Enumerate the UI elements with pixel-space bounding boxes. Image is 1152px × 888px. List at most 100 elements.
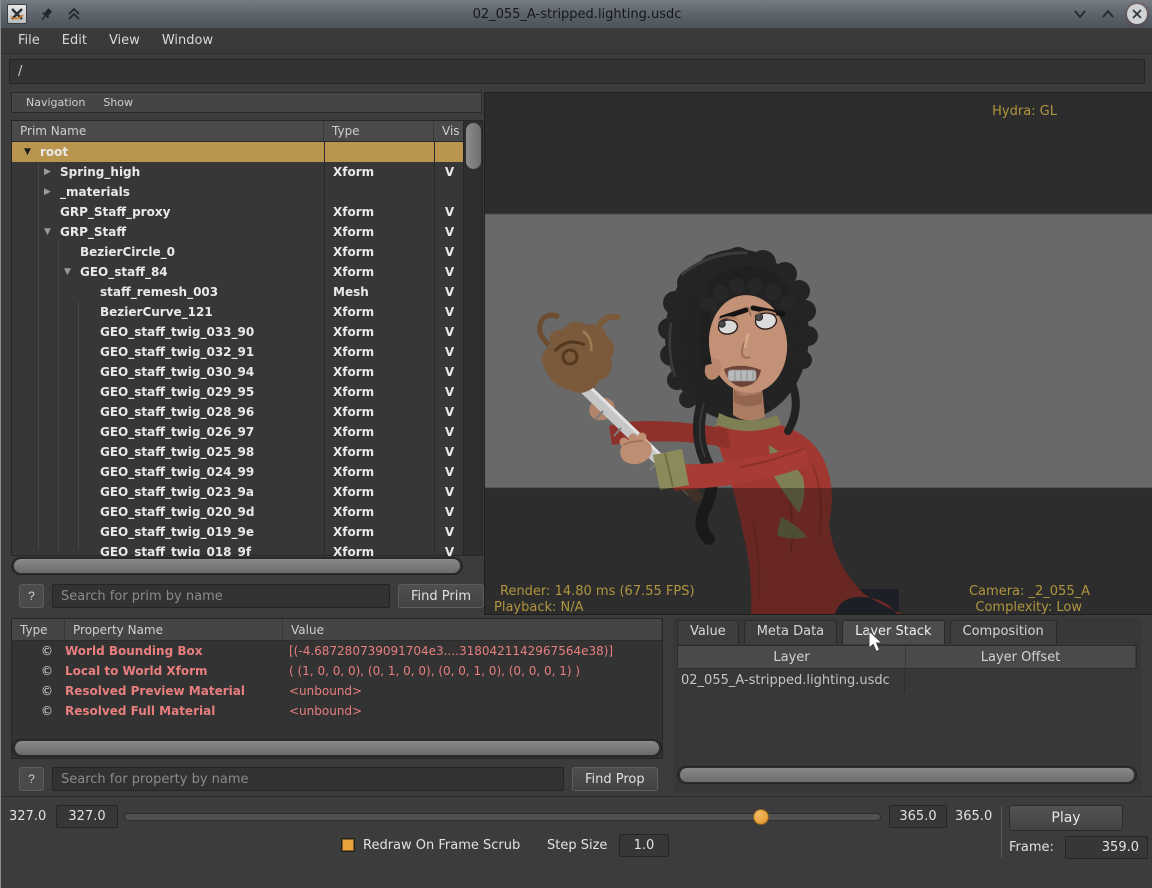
col-prop-name[interactable]: Property Name bbox=[65, 619, 283, 640]
col-type[interactable]: Type bbox=[324, 121, 434, 141]
tree-row[interactable]: GEO_staff_twig_029_95 Xform V bbox=[12, 382, 482, 402]
prim-visibility[interactable]: V bbox=[434, 282, 464, 302]
inspector-tab[interactable]: Composition bbox=[950, 620, 1057, 644]
property-row[interactable]: © World Bounding Box [(-4.68728073909170… bbox=[12, 641, 662, 661]
find-prim-button[interactable]: Find Prim bbox=[398, 584, 484, 608]
expand-caret-icon[interactable]: ▶ bbox=[44, 187, 56, 197]
range-start-field[interactable] bbox=[56, 805, 118, 828]
tree-row[interactable]: GEO_staff_twig_026_97 Xform V bbox=[12, 422, 482, 442]
prim-visibility[interactable]: V bbox=[434, 382, 464, 402]
shade-icon[interactable] bbox=[65, 5, 83, 23]
scrollbar-thumb[interactable] bbox=[15, 741, 659, 755]
titlebar[interactable]: 02_055_A-stripped.lighting.usdc bbox=[1, 0, 1152, 28]
property-horizontal-scrollbar[interactable] bbox=[12, 739, 662, 757]
tree-row[interactable]: ▼ GRP_Staff Xform V bbox=[12, 222, 482, 242]
tree-row[interactable]: GEO_staff_twig_033_90 Xform V bbox=[12, 322, 482, 342]
minimize-icon[interactable] bbox=[1071, 5, 1089, 23]
scrollbar-thumb[interactable] bbox=[466, 123, 481, 169]
range-end-field[interactable] bbox=[889, 805, 947, 828]
scrollbar-thumb[interactable] bbox=[14, 559, 460, 573]
tree-row[interactable]: BezierCircle_0 Xform V bbox=[12, 242, 482, 262]
frame-slider[interactable] bbox=[124, 813, 881, 821]
prim-visibility[interactable]: V bbox=[434, 302, 464, 322]
prop-search-input[interactable] bbox=[52, 767, 564, 791]
property-row[interactable]: © Resolved Full Material <unbound> bbox=[12, 701, 662, 721]
menu-navigation[interactable]: Navigation bbox=[18, 94, 93, 111]
maximize-icon[interactable] bbox=[1099, 5, 1117, 23]
step-size-field[interactable] bbox=[619, 834, 669, 857]
col-layer-offset[interactable]: Layer Offset bbox=[906, 646, 1136, 668]
expand-caret-icon[interactable]: ▼ bbox=[24, 147, 36, 157]
tree-row[interactable]: GEO_staff_twig_018_9f Xform V bbox=[12, 542, 482, 556]
prim-visibility[interactable]: V bbox=[434, 442, 464, 462]
prim-search-input[interactable] bbox=[52, 584, 390, 608]
col-prop-value[interactable]: Value bbox=[283, 619, 662, 640]
prim-visibility[interactable]: V bbox=[434, 482, 464, 502]
prim-visibility[interactable]: V bbox=[434, 462, 464, 482]
app-icon[interactable] bbox=[7, 4, 27, 24]
menu-edit[interactable]: Edit bbox=[53, 30, 96, 51]
layer-row[interactable]: 02_055_A-stripped.lighting.usdc bbox=[677, 669, 1137, 693]
prim-visibility[interactable]: V bbox=[434, 342, 464, 362]
col-vis[interactable]: Vis bbox=[434, 121, 464, 141]
tree-row[interactable]: GEO_staff_twig_028_96 Xform V bbox=[12, 402, 482, 422]
property-row[interactable]: © Resolved Preview Material <unbound> bbox=[12, 681, 662, 701]
close-icon[interactable] bbox=[1127, 4, 1147, 24]
tree-row[interactable]: GEO_staff_twig_019_9e Xform V bbox=[12, 522, 482, 542]
tree-row[interactable]: GEO_staff_twig_025_98 Xform V bbox=[12, 442, 482, 462]
expand-caret-icon[interactable]: ▼ bbox=[44, 227, 56, 237]
tree-row[interactable]: GEO_staff_twig_024_99 Xform V bbox=[12, 462, 482, 482]
inspector-tab[interactable]: Value bbox=[677, 620, 739, 644]
prim-visibility[interactable]: V bbox=[434, 502, 464, 522]
prim-visibility[interactable]: V bbox=[434, 242, 464, 262]
tree-row[interactable]: BezierCurve_121 Xform V bbox=[12, 302, 482, 322]
prim-visibility[interactable]: V bbox=[434, 362, 464, 382]
tree-row[interactable]: ▼ GEO_staff_84 Xform V bbox=[12, 262, 482, 282]
prim-visibility[interactable] bbox=[434, 182, 464, 202]
inspector-tab[interactable]: Layer Stack bbox=[842, 620, 944, 644]
prim-visibility[interactable]: V bbox=[434, 522, 464, 542]
prim-visibility[interactable]: V bbox=[434, 542, 464, 556]
tree-row[interactable]: GRP_Staff_proxy Xform V bbox=[12, 202, 482, 222]
expand-caret-icon[interactable]: ▼ bbox=[64, 267, 76, 277]
tree-row[interactable]: ▶ _materials bbox=[12, 182, 482, 202]
play-button[interactable]: Play bbox=[1009, 805, 1123, 831]
tree-vertical-scrollbar[interactable] bbox=[463, 121, 482, 555]
prim-visibility[interactable]: V bbox=[434, 222, 464, 242]
col-prop-type[interactable]: Type bbox=[12, 619, 65, 640]
col-prim-name[interactable]: Prim Name bbox=[12, 121, 324, 141]
inspector-tab[interactable]: Meta Data bbox=[744, 620, 837, 644]
tree-row[interactable]: GEO_staff_twig_032_91 Xform V bbox=[12, 342, 482, 362]
prim-visibility[interactable] bbox=[434, 142, 464, 162]
prim-search-help-button[interactable]: ? bbox=[19, 584, 44, 608]
tree-row[interactable]: ▼ root bbox=[12, 142, 482, 162]
tree-row[interactable]: ▶ Spring_high Xform V bbox=[12, 162, 482, 182]
tree-row[interactable]: GEO_staff_twig_030_94 Xform V bbox=[12, 362, 482, 382]
menu-window[interactable]: Window bbox=[153, 30, 222, 51]
find-prop-button[interactable]: Find Prop bbox=[572, 767, 658, 791]
menu-view[interactable]: View bbox=[100, 30, 149, 51]
menu-file[interactable]: File bbox=[9, 30, 49, 51]
tree-row[interactable]: staff_remesh_003 Mesh V bbox=[12, 282, 482, 302]
prim-visibility[interactable]: V bbox=[434, 322, 464, 342]
pin-icon[interactable] bbox=[37, 5, 55, 23]
prop-search-help-button[interactable]: ? bbox=[19, 767, 44, 791]
prim-visibility[interactable]: V bbox=[434, 262, 464, 282]
frame-slider-handle[interactable] bbox=[753, 809, 769, 825]
property-row[interactable]: © Local to World Xform ( (1, 0, 0, 0), (… bbox=[12, 661, 662, 681]
expand-caret-icon[interactable]: ▶ bbox=[44, 167, 56, 177]
prim-visibility[interactable]: V bbox=[434, 162, 464, 182]
prim-visibility[interactable]: V bbox=[434, 402, 464, 422]
redraw-checkbox[interactable] bbox=[341, 838, 355, 852]
frame-field[interactable] bbox=[1065, 836, 1148, 859]
tree-row[interactable]: GEO_staff_twig_023_9a Xform V bbox=[12, 482, 482, 502]
inspector-horizontal-scrollbar[interactable] bbox=[677, 766, 1137, 784]
stage-viewport[interactable]: Hydra: GL Render: 14.80 ms (67.55 FPS) P… bbox=[484, 92, 1152, 615]
prim-visibility[interactable]: V bbox=[434, 422, 464, 442]
prim-visibility[interactable]: V bbox=[434, 202, 464, 222]
tree-horizontal-scrollbar[interactable] bbox=[11, 557, 463, 575]
scrollbar-thumb[interactable] bbox=[680, 768, 1134, 782]
menu-show[interactable]: Show bbox=[95, 94, 141, 111]
prim-path-field[interactable]: / bbox=[9, 59, 1145, 84]
tree-row[interactable]: GEO_staff_twig_020_9d Xform V bbox=[12, 502, 482, 522]
